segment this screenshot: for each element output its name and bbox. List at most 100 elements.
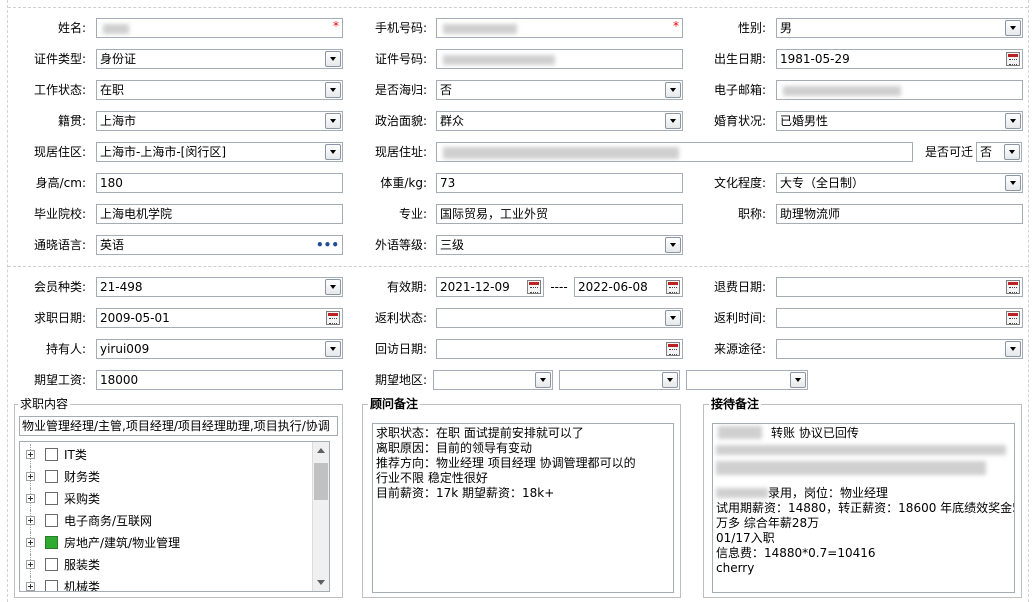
valid-to-input[interactable]: 2022-06-08 — [574, 277, 683, 297]
consultant-line: 目前薪资：17k 期望薪资：18k+ — [376, 486, 555, 500]
marital-value: 已婚男性 — [780, 114, 829, 128]
scroll-down-icon[interactable] — [313, 574, 329, 591]
tree-item[interactable]: IT类 — [20, 444, 310, 466]
height-input[interactable]: 180 — [96, 173, 343, 193]
source-select[interactable] — [776, 339, 1023, 359]
expand-icon[interactable] — [26, 582, 35, 591]
gender-select[interactable]: 男 — [776, 18, 1023, 38]
required-mark: * — [333, 19, 339, 33]
calendar-icon[interactable] — [1006, 311, 1020, 325]
tree-item[interactable]: 机械类 — [20, 576, 310, 592]
tree-item-label: 机械类 — [64, 580, 101, 592]
political-select[interactable]: 群众 — [436, 111, 683, 131]
political-label: 政治面貌: — [374, 114, 427, 128]
chevron-down-icon[interactable] — [325, 82, 341, 98]
title-input[interactable]: 助理物流师 — [776, 204, 1023, 224]
checkbox[interactable] — [45, 558, 58, 571]
rebate-status-select[interactable] — [436, 308, 683, 328]
chevron-down-icon[interactable] — [662, 372, 678, 388]
checkbox[interactable] — [45, 514, 58, 527]
expand-icon[interactable] — [26, 516, 35, 525]
chevron-down-icon[interactable] — [325, 279, 341, 295]
id-no-input[interactable] — [436, 49, 683, 69]
area-province-select[interactable] — [433, 370, 553, 390]
calendar-icon[interactable] — [326, 311, 340, 325]
school-input[interactable]: 上海电机学院 — [96, 204, 343, 224]
work-status-select[interactable]: 在职 — [96, 80, 343, 100]
native-select[interactable]: 上海市 — [96, 111, 343, 131]
reception-line-fee: 信息费：14880*0.7=10416 — [716, 546, 876, 560]
calendar-icon[interactable] — [527, 280, 541, 294]
chevron-down-icon[interactable] — [325, 113, 341, 129]
name-input[interactable]: * — [96, 18, 343, 38]
chevron-down-icon[interactable] — [1005, 341, 1021, 357]
more-options-icon[interactable]: ••• — [316, 238, 339, 252]
chevron-down-icon[interactable] — [790, 372, 806, 388]
area-district-select[interactable] — [686, 370, 808, 390]
area-city-select[interactable] — [559, 370, 680, 390]
expand-icon[interactable] — [26, 560, 35, 569]
marital-select[interactable]: 已婚男性 — [776, 111, 1023, 131]
weight-input[interactable]: 73 — [436, 173, 683, 193]
calendar-icon[interactable] — [1006, 52, 1020, 66]
tree-scrollbar[interactable] — [312, 442, 329, 591]
job-date-input[interactable]: 2009-05-01 — [96, 308, 343, 328]
returnee-select[interactable]: 否 — [436, 80, 683, 100]
chevron-down-icon[interactable] — [1005, 113, 1021, 129]
checkbox[interactable] — [45, 448, 58, 461]
language-input[interactable]: 英语 ••• — [96, 235, 343, 255]
valid-to-value: 2022-06-08 — [578, 280, 648, 294]
chevron-down-icon[interactable] — [665, 82, 681, 98]
id-type-value: 身份证 — [100, 52, 137, 66]
valid-from-input[interactable]: 2021-12-09 — [436, 277, 544, 297]
chevron-down-icon[interactable] — [325, 144, 341, 160]
expand-icon[interactable] — [26, 450, 35, 459]
chevron-down-icon[interactable] — [325, 341, 341, 357]
education-select[interactable]: 大专（全日制） — [776, 173, 1023, 193]
checkbox[interactable] — [45, 536, 58, 549]
id-type-select[interactable]: 身份证 — [96, 49, 343, 69]
checkbox[interactable] — [45, 470, 58, 483]
scroll-thumb[interactable] — [314, 463, 328, 500]
tree-item[interactable]: 房地产/建筑/物业管理 — [20, 532, 310, 554]
member-type-select[interactable]: 21-498 — [96, 277, 343, 297]
chevron-down-icon[interactable] — [665, 113, 681, 129]
reception-notes-textarea[interactable]: 转账 协议已回传 录用，岗位：物业经理 试用期薪资：14880，转正薪资：186… — [712, 423, 1015, 593]
chevron-down-icon[interactable] — [325, 51, 341, 67]
calendar-icon[interactable] — [666, 280, 680, 294]
consultant-notes-textarea[interactable]: 求职状态：在职 面试提前安排就可以了 离职原因：目前的领导有变动 推荐方向：物业… — [372, 423, 674, 593]
birth-value: 1981-05-29 — [780, 52, 850, 66]
tree-item[interactable]: 财务类 — [20, 466, 310, 488]
chevron-down-icon[interactable] — [1005, 175, 1021, 191]
calendar-icon[interactable] — [666, 342, 680, 356]
chevron-down-icon[interactable] — [1004, 144, 1020, 160]
expand-icon[interactable] — [26, 538, 35, 547]
chevron-down-icon[interactable] — [535, 372, 551, 388]
rebate-time-input[interactable] — [776, 308, 1023, 328]
tree-item[interactable]: 采购类 — [20, 488, 310, 510]
chevron-down-icon[interactable] — [1005, 20, 1021, 36]
chevron-down-icon[interactable] — [665, 310, 681, 326]
birth-date-input[interactable]: 1981-05-29 — [776, 49, 1023, 69]
job-content-input[interactable]: 物业管理经理/主管,项目经理/项目经理助理,项目执行/协调 — [19, 416, 338, 436]
tree-item[interactable]: 电子商务/互联网 — [20, 510, 310, 532]
major-input[interactable]: 国际贸易，工业外贸 — [436, 204, 683, 224]
calendar-icon[interactable] — [1006, 280, 1020, 294]
address-input[interactable] — [436, 142, 913, 162]
relocate-select[interactable]: 否 — [976, 142, 1022, 162]
email-input[interactable] — [776, 80, 1023, 100]
lang-level-select[interactable]: 三级 — [436, 235, 683, 255]
salary-input[interactable]: 18000 — [96, 370, 343, 390]
visit-date-input[interactable] — [436, 339, 683, 359]
tree-item[interactable]: 服装类 — [20, 554, 310, 576]
refund-date-input[interactable] — [776, 277, 1023, 297]
scroll-up-icon[interactable] — [313, 442, 329, 459]
chevron-down-icon[interactable] — [665, 237, 681, 253]
checkbox[interactable] — [45, 580, 58, 591]
holder-select[interactable]: yirui009 — [96, 339, 343, 359]
expand-icon[interactable] — [26, 472, 35, 481]
region-select[interactable]: 上海市-上海市-[闵行区] — [96, 142, 343, 162]
checkbox[interactable] — [45, 492, 58, 505]
expand-icon[interactable] — [26, 494, 35, 503]
phone-input[interactable]: * — [436, 18, 683, 38]
